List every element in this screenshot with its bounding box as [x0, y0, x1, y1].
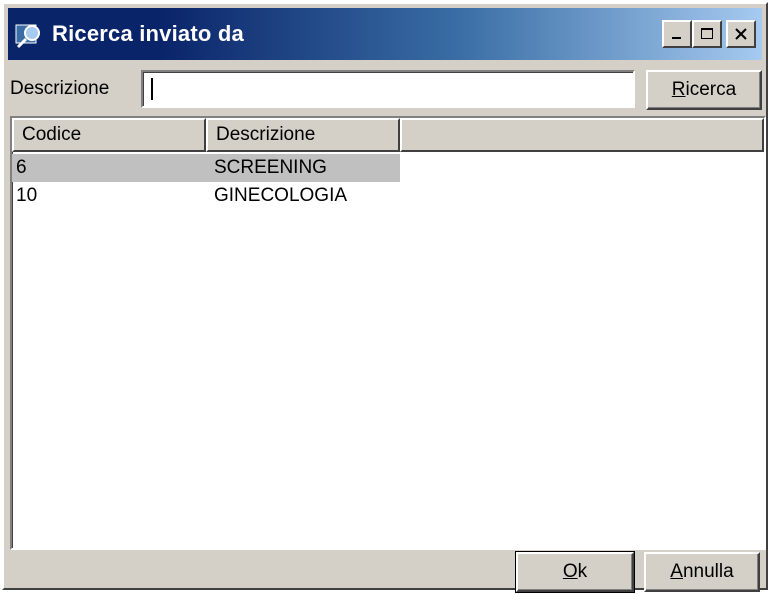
close-icon: [735, 28, 747, 40]
window-title: Ricerca inviato da: [52, 21, 244, 46]
text-caret: [151, 78, 153, 100]
column-header-descrizione[interactable]: Descrizione: [206, 118, 400, 152]
column-header-codice[interactable]: Codice: [12, 118, 206, 152]
search-button-accel: R: [671, 79, 686, 100]
column-header-filler: [400, 118, 764, 152]
search-row: Descrizione Ricerca: [8, 66, 762, 112]
cell-descrizione: SCREENING: [206, 154, 400, 182]
title-buttons: [662, 20, 756, 48]
cell-codice: 10: [16, 185, 38, 206]
title-bar[interactable]: Ricerca inviato da: [8, 8, 762, 60]
dialog-window: Ricerca inviato da Descrizione R icerca …: [2, 2, 768, 593]
ok-button-accel: O: [562, 561, 578, 582]
cell-codice: 6: [12, 154, 206, 182]
search-input[interactable]: [141, 70, 635, 108]
close-button[interactable]: [726, 20, 756, 48]
cancel-button[interactable]: Annulla: [644, 552, 760, 592]
cancel-button-accel: A: [670, 561, 683, 582]
search-label: Descrizione: [10, 78, 110, 99]
footer-bar: Ok Annulla: [4, 551, 766, 593]
search-button-label: icerca: [685, 79, 737, 100]
search-button[interactable]: Ricerca: [646, 70, 762, 110]
list-header: Codice Descrizione: [12, 118, 764, 152]
cancel-button-label: nnulla: [682, 561, 734, 582]
search-magnifier-icon: [15, 24, 40, 49]
table-row[interactable]: 10 GINECOLOGIA: [12, 182, 764, 210]
cell-descrizione: GINECOLOGIA: [214, 185, 348, 206]
ok-button[interactable]: Ok: [515, 551, 635, 593]
list-rows: 6 SCREENING 10 GINECOLOGIA: [12, 154, 764, 210]
maximize-button[interactable]: [692, 20, 722, 48]
minimize-icon: [672, 37, 681, 39]
minimize-button[interactable]: [662, 20, 692, 48]
maximize-icon: [701, 28, 713, 39]
results-listview[interactable]: Codice Descrizione 6 SCREENING 10 GINECO…: [10, 116, 766, 550]
ok-button-label: k: [577, 561, 588, 582]
table-row[interactable]: 6 SCREENING: [12, 154, 764, 182]
